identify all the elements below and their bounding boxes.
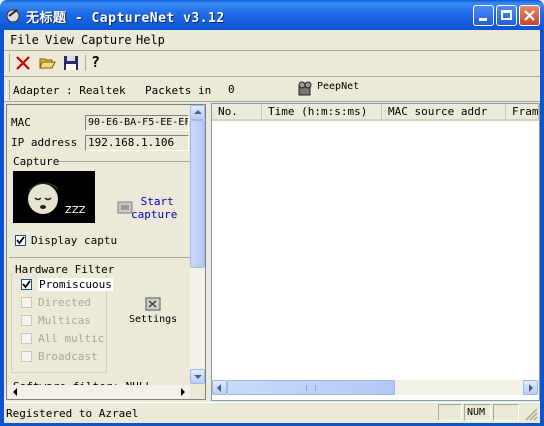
status-pane-3 — [493, 404, 519, 421]
left-scroll-thumb[interactable] — [190, 120, 205, 268]
sleep-text: ZZZ — [65, 205, 86, 216]
menu-help[interactable]: Help — [136, 33, 165, 47]
multicast-checkbox[interactable] — [21, 315, 32, 326]
broadcast-checkbox[interactable] — [21, 351, 32, 362]
broadcast-label: Broadcast — [38, 350, 98, 363]
minimize-button[interactable] — [473, 5, 494, 26]
left-horizontal-scrollbar[interactable] — [7, 385, 190, 399]
window-frame-right — [540, 30, 544, 426]
ip-address-label: IP address — [11, 136, 78, 149]
directed-checkbox[interactable] — [21, 297, 32, 308]
capture-group-line — [59, 161, 191, 162]
left-panel: MAC 90-E6-BA-F5-EE-EF IP address 192.168… — [6, 104, 206, 400]
column-header-no[interactable]: No. — [212, 104, 262, 121]
capture-group-title: Capture — [13, 155, 60, 168]
display-capture-checkbox[interactable] — [15, 235, 26, 246]
hardware-filter-title: Hardware Filter — [13, 263, 117, 276]
list-scroll-left-button[interactable] — [212, 380, 227, 395]
column-header-frame[interactable]: Fram — [506, 104, 539, 121]
menu-separator — [4, 50, 540, 51]
status-text: Registered to Azrael — [6, 407, 139, 420]
panel-divider — [9, 257, 191, 258]
start-capture-line1: Start — [140, 195, 174, 208]
left-scroll-left-button[interactable] — [8, 386, 22, 399]
status-pane-1 — [438, 404, 462, 421]
window-title: 无标题 - CaptureNet v3.12 — [26, 11, 225, 26]
open-folder-icon[interactable] — [38, 54, 56, 72]
peepnet-button[interactable]: PeepNet — [317, 81, 359, 92]
column-header-time[interactable]: Time (h:m:s:ms) — [262, 104, 382, 121]
close-button[interactable] — [519, 5, 540, 26]
delete-icon[interactable] — [14, 54, 32, 72]
help-icon[interactable]: ? — [91, 53, 105, 71]
all-multicast-label: All multic — [38, 332, 105, 345]
toolbar-separator — [85, 55, 86, 71]
ip-address-field: 192.168.1.106 — [85, 135, 189, 151]
num-lock-indicator: NUM — [464, 404, 491, 421]
save-icon[interactable] — [62, 54, 80, 72]
directed-label: Directed — [38, 296, 91, 309]
start-capture-button[interactable]: Start capture — [131, 195, 177, 221]
packets-in-label: Packets in — [145, 84, 212, 97]
infobar-bottom-line — [4, 101, 540, 102]
maximize-button[interactable] — [496, 5, 517, 26]
adapter-label: Adapter : Realtek — [13, 84, 126, 97]
infobar-grip — [6, 80, 10, 100]
packet-list[interactable] — [211, 103, 540, 401]
menu-file[interactable]: File — [10, 33, 39, 47]
resize-grip[interactable] — [523, 406, 538, 421]
display-capture-label: Display captu — [31, 234, 118, 247]
toolbar-bottom-line — [4, 76, 540, 77]
list-scroll-right-button[interactable] — [523, 380, 538, 395]
menu-view[interactable]: View — [45, 33, 74, 47]
packets-in-value: 0 — [228, 83, 235, 96]
app-icon — [5, 7, 21, 23]
mac-field: 90-E6-BA-F5-EE-EF — [85, 115, 189, 131]
multicast-label: Multicas — [38, 314, 91, 327]
menu-capture[interactable]: Capture — [81, 33, 132, 47]
list-scroll-thumb[interactable] — [227, 380, 395, 395]
window-frame-left — [0, 30, 4, 426]
settings-button[interactable]: Settings — [129, 314, 177, 325]
left-scroll-right-button[interactable] — [176, 386, 190, 399]
left-scroll-up-button[interactable] — [190, 105, 205, 120]
mac-label: MAC — [11, 116, 31, 129]
sleeping-face-image: ZZZ — [13, 171, 95, 223]
promiscuous-checkbox[interactable] — [21, 279, 32, 290]
peepnet-icon[interactable] — [296, 81, 314, 99]
promiscuous-label: Promiscuous — [38, 278, 113, 291]
settings-icon[interactable] — [145, 297, 163, 313]
column-header-mac-source[interactable]: MAC source addr — [382, 104, 506, 121]
left-scroll-down-button[interactable] — [190, 369, 205, 384]
start-capture-line2: capture — [131, 208, 178, 221]
toolbar-grip — [6, 54, 10, 72]
all-multicast-checkbox[interactable] — [21, 333, 32, 344]
